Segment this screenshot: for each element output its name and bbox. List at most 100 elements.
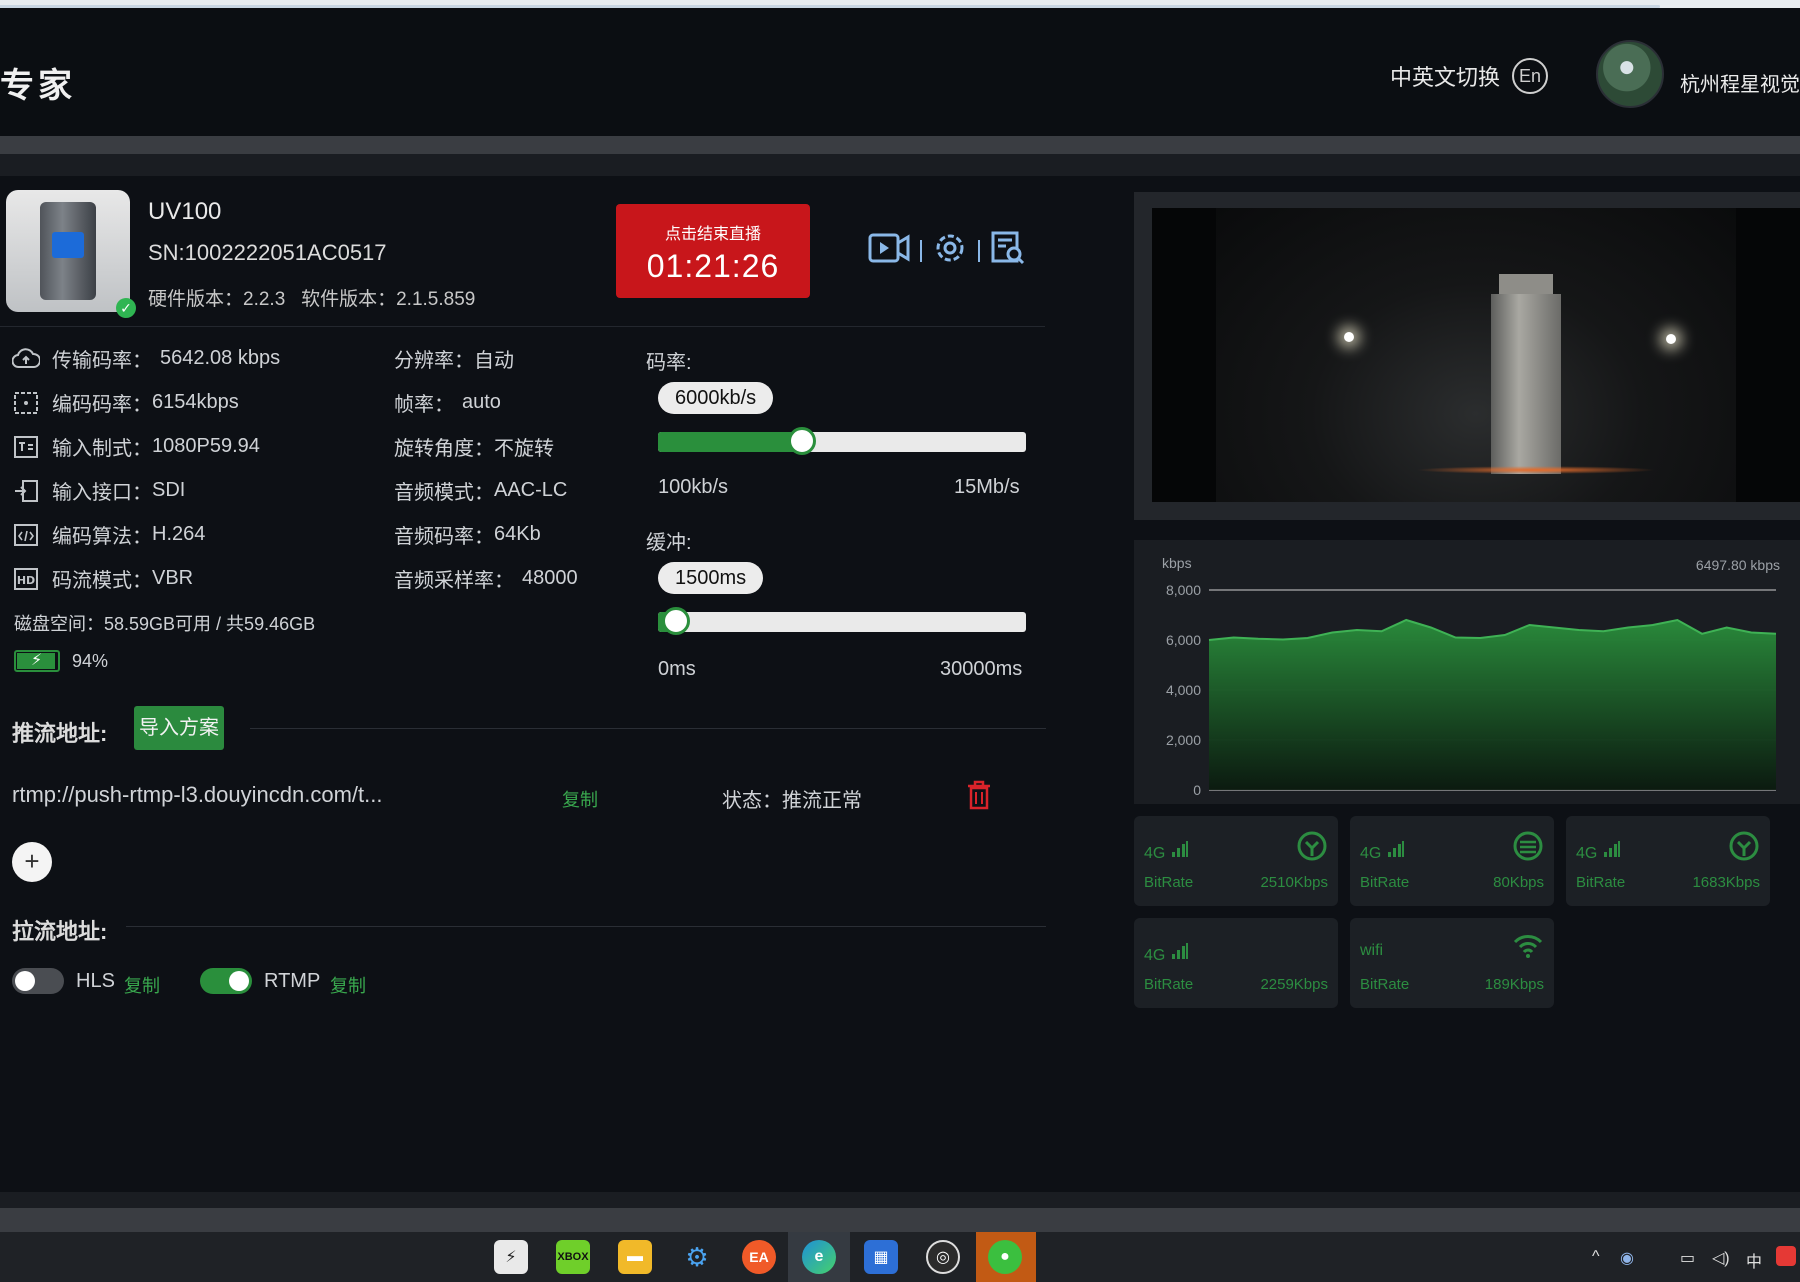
info-stream-mode: HD 码流模式： VBR [12, 564, 193, 593]
bitrate-label: 码率: [646, 352, 692, 374]
gear-icon[interactable] [932, 230, 968, 271]
settings-app-icon[interactable]: ⚙ [680, 1240, 714, 1274]
preview-scene [1216, 208, 1736, 502]
device-versions: 硬件版本：2.2.3 软件版本：2.1.5.859 [148, 289, 476, 310]
buffer-label: 缓冲: [646, 532, 692, 554]
rtmp-label: RTMP [264, 970, 321, 992]
device-toolbar [868, 230, 1026, 271]
buffer-value-badge: 1500ms [658, 562, 764, 594]
log-search-icon[interactable] [990, 230, 1026, 271]
link-tile: wifi BitRate 189Kbps [1350, 918, 1554, 1008]
toolbar-divider [920, 239, 922, 262]
info-input-port: 输入接口： SDI [12, 476, 185, 505]
signal-bars-icon [1171, 840, 1189, 863]
link-status-icon [1296, 830, 1328, 867]
end-live-label: 点击结束直播 [664, 226, 761, 243]
taskbar [0, 1232, 1800, 1282]
file-explorer-icon[interactable]: ▬ [618, 1240, 652, 1274]
copy-rtmp-link[interactable]: 复制 [330, 972, 366, 998]
app-title: 专家 [0, 67, 76, 105]
import-scheme-button[interactable]: 导入方案 [134, 706, 224, 750]
info-rotation: 旋转角度： 不旋转 [394, 438, 554, 460]
volume-tray-icon[interactable]: ◁) [1712, 1248, 1730, 1268]
copy-push-url-link[interactable]: 复制 [562, 786, 598, 812]
disk-space: 磁盘空间：58.59GB可用 / 共59.46GB [14, 614, 316, 634]
sogou-ime-icon[interactable] [1776, 1246, 1796, 1266]
buffer-min: 0ms [658, 658, 696, 680]
avatar[interactable] [1596, 40, 1664, 108]
tray-expand-icon[interactable]: ^ [1592, 1248, 1600, 1266]
rtmp-toggle[interactable] [200, 968, 252, 994]
encode-bitrate-icon [12, 391, 40, 415]
info-audio-mode: 音频模式： AAC-LC [394, 479, 568, 504]
store-app-icon[interactable]: ▦ [864, 1240, 898, 1274]
ime-indicator[interactable]: 中 [1746, 1248, 1762, 1272]
ea-app-icon[interactable]: EA [742, 1240, 776, 1274]
device-sn: SN:1002222051AC0517 [148, 240, 387, 265]
chart-ytick-label: 2,000 [1166, 732, 1201, 748]
chart-ytick-label: 0 [1193, 782, 1201, 798]
video-camera-icon[interactable] [868, 231, 910, 270]
language-icon[interactable]: En [1512, 58, 1549, 94]
info-input-format: 输入制式： 1080P59.94 [12, 432, 260, 461]
device-name: UV100 [148, 198, 222, 225]
browser-progress-bar [0, 0, 1800, 8]
svg-text:HD: HD [17, 574, 35, 587]
link-tile: 4G BitRate 2259Kbps [1134, 918, 1338, 1008]
edge-browser-icon[interactable]: e [802, 1240, 836, 1274]
hls-label: HLS [76, 970, 115, 992]
link-tile: 4G BitRate 1683Kbps [1566, 816, 1770, 906]
bitrate-max: 15Mb/s [954, 476, 1020, 498]
live-timer: 01:21:26 [646, 248, 780, 284]
bolt-app-icon[interactable]: ⚡ [494, 1240, 528, 1274]
language-switch[interactable]: 中英文切换 En [1390, 58, 1549, 94]
chart-ytick-label: 4,000 [1166, 682, 1201, 698]
battery-icon: ⚡ [14, 650, 60, 672]
pull-section-title: 拉流地址: [12, 919, 108, 944]
info-divider [0, 326, 1045, 327]
steam-tray-icon[interactable]: ◉ [1620, 1248, 1634, 1268]
hls-toggle[interactable] [12, 968, 64, 994]
buffer-slider-handle[interactable] [662, 607, 691, 635]
check-icon: ✓ [116, 298, 136, 318]
codec-icon [12, 523, 40, 547]
hd-icon: HD [12, 567, 40, 591]
link-tile: 4G BitRate 80Kbps [1350, 816, 1554, 906]
company-name: 杭州程星视觉 [1680, 74, 1800, 96]
chart-ylabel: kbps [1162, 555, 1192, 571]
obs-app-icon[interactable]: ◎ [926, 1240, 960, 1274]
trash-icon[interactable] [966, 780, 992, 815]
header-separator [0, 136, 1800, 176]
info-audio-bitrate: 音频码率： 64Kb [394, 523, 541, 548]
bitrate-slider[interactable] [658, 427, 1026, 455]
pull-divider [126, 926, 1046, 927]
link-tile: 4G BitRate 2510Kbps [1134, 816, 1338, 906]
end-live-button[interactable]: 点击结束直播 01:21:26 [616, 204, 810, 298]
signal-bars-icon [1603, 840, 1621, 863]
bitrate-chart-svg: kbps 6497.80 kbps 8,000 6,000 4,000 2,000 0 [1162, 555, 1780, 798]
app-header: 专家 中英文切换 En 杭州程星视觉 [0, 8, 1800, 136]
network-tray-icon[interactable]: ▭ [1680, 1248, 1695, 1268]
info-encode-bitrate: 编码码率： 6154kbps [12, 388, 239, 417]
wechat-app-icon[interactable]: ● [988, 1240, 1022, 1274]
add-push-url-button[interactable]: + [12, 842, 52, 882]
chart-current-value: 6497.80 kbps [1696, 557, 1780, 573]
buffer-slider[interactable] [658, 607, 1026, 635]
push-url: rtmp://push-rtmp-l3.douyincdn.com/t... [12, 782, 383, 807]
push-section-title: 推流地址: [12, 721, 108, 746]
info-audio-samplerate: 音频采样率： 48000 [394, 567, 578, 592]
video-preview[interactable] [1152, 208, 1800, 502]
footer-separator [0, 1192, 1800, 1232]
bitrate-slider-handle[interactable] [787, 427, 816, 455]
battery-status: ⚡ 94% [14, 650, 108, 672]
input-format-icon [12, 435, 40, 459]
push-status: 状态：推流正常 [722, 790, 862, 812]
language-switch-label: 中英文切换 [1390, 65, 1501, 90]
copy-hls-link[interactable]: 复制 [124, 972, 160, 998]
xbox-app-icon[interactable]: XBOX [556, 1240, 590, 1274]
info-transmit-bitrate: 传输码率： 5642.08 kbps [12, 344, 280, 373]
info-resolution: 分辨率： 自动 [394, 350, 514, 372]
link-status-icon [1512, 830, 1544, 867]
toolbar-divider [978, 239, 980, 262]
info-framerate: 帧率： auto [394, 391, 501, 416]
